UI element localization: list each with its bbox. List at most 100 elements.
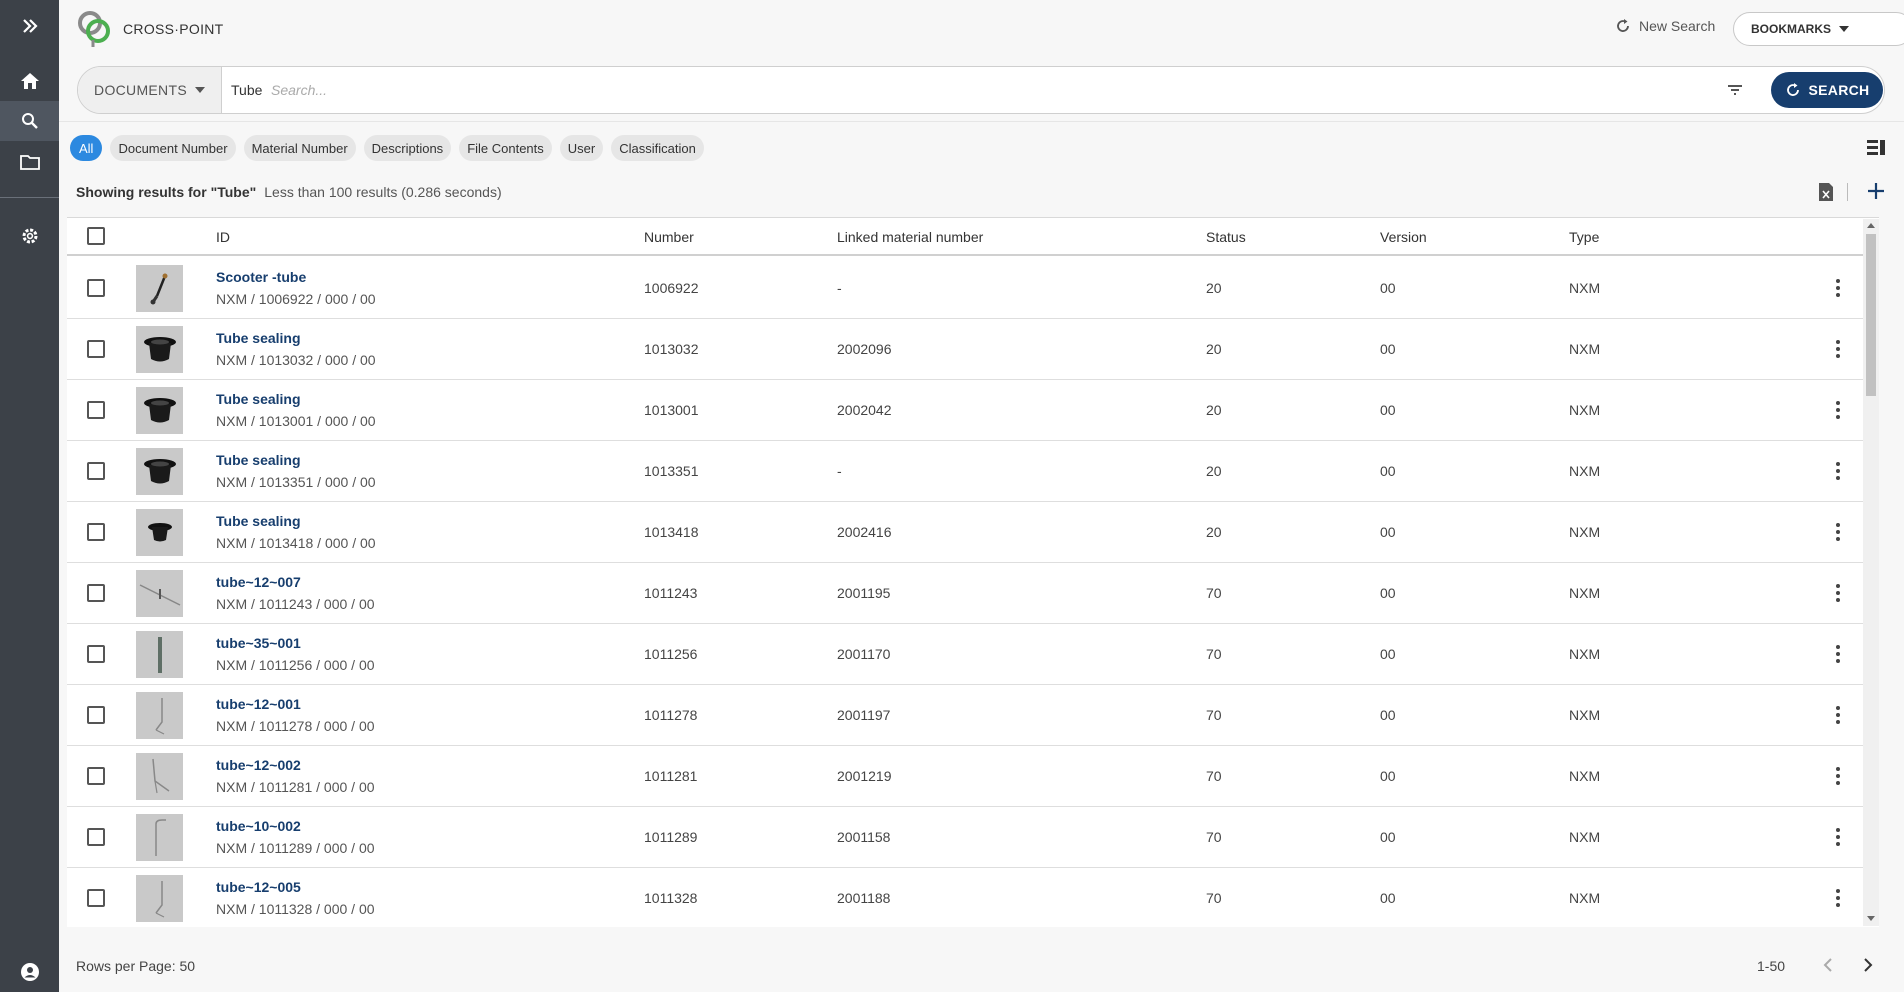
search-query-token[interactable]: Tube [231,82,262,98]
col-number[interactable]: Number [644,229,694,245]
search-scope-dropdown[interactable]: DOCUMENTS [78,67,222,113]
row-title-link[interactable]: tube~12~007 [216,574,301,590]
search-button[interactable]: SEARCH [1771,72,1883,108]
row-checkbox[interactable] [87,706,105,724]
cell-linked-material: - [837,280,842,296]
col-status[interactable]: Status [1206,229,1246,245]
row-title-link[interactable]: tube~12~001 [216,696,301,712]
row-title-link[interactable]: tube~12~002 [216,757,301,773]
cell-type: NXM [1569,280,1601,296]
more-vert-icon[interactable] [1835,705,1841,725]
chip-user[interactable]: User [559,135,604,161]
table-row[interactable]: Tube sealing NXM / 1013418 / 000 / 00 1013… [67,502,1879,563]
bookmarks-dropdown[interactable]: BOOKMARKS [1733,12,1904,46]
row-thumbnail[interactable] [136,631,183,678]
row-checkbox[interactable] [87,645,105,663]
more-vert-icon[interactable] [1835,339,1841,359]
more-vert-icon[interactable] [1835,766,1841,786]
table-row[interactable]: tube~35~001 NXM / 1011256 / 000 / 00 10112… [67,624,1879,685]
row-title-link[interactable]: Tube sealing [216,452,301,468]
scroll-up-arrow[interactable] [1867,223,1875,228]
table-row[interactable]: Tube sealing NXM / 1013032 / 000 / 00 1013… [67,319,1879,380]
row-checkbox[interactable] [87,462,105,480]
rows-per-page[interactable]: Rows per Page: 50 [76,958,195,974]
more-vert-icon[interactable] [1835,644,1841,664]
chevron-right-icon[interactable] [1858,955,1878,975]
chip-document-number[interactable]: Document Number [110,135,236,161]
table-row[interactable]: Tube sealing NXM / 1013001 / 000 / 00 1013… [67,380,1879,441]
nav-search[interactable] [0,101,59,141]
scrollbar-thumb[interactable] [1866,234,1876,396]
more-vert-icon[interactable] [1835,583,1841,603]
col-type[interactable]: Type [1569,229,1599,245]
row-thumbnail[interactable] [136,265,183,312]
cell-linked-material: 2002416 [837,524,892,540]
excel-export-icon[interactable] [1818,182,1834,202]
filter-icon[interactable] [1726,82,1744,98]
table-scrollbar[interactable] [1863,219,1879,926]
chip-descriptions[interactable]: Descriptions [363,135,452,161]
row-title-link[interactable]: tube~35~001 [216,635,301,651]
plus-icon[interactable] [1866,181,1886,201]
search-input[interactable]: Search... [271,82,327,98]
more-vert-icon[interactable] [1835,461,1841,481]
row-checkbox[interactable] [87,828,105,846]
row-thumbnail[interactable] [136,509,183,556]
row-checkbox[interactable] [87,401,105,419]
cell-status: 20 [1206,280,1222,296]
more-vert-icon[interactable] [1835,827,1841,847]
nav-account[interactable] [0,952,59,992]
table-row[interactable]: tube~12~007 NXM / 1011243 / 000 / 00 10112… [67,563,1879,624]
table-row[interactable]: tube~10~002 NXM / 1011289 / 000 / 00 10112… [67,807,1879,868]
table-row[interactable]: tube~12~001 NXM / 1011278 / 000 / 00 10112… [67,685,1879,746]
row-checkbox[interactable] [87,767,105,785]
chevron-left-icon[interactable] [1818,955,1838,975]
select-all-checkbox[interactable] [87,227,105,245]
row-title-link[interactable]: Tube sealing [216,391,301,407]
layout-icon[interactable] [1866,139,1886,156]
chip-file-contents[interactable]: File Contents [459,135,552,161]
row-checkbox[interactable] [87,889,105,907]
table-row[interactable]: Tube sealing NXM / 1013351 / 000 / 00 1013… [67,441,1879,502]
new-search-button[interactable]: New Search [1615,18,1715,34]
row-checkbox[interactable] [87,584,105,602]
row-thumbnail[interactable] [136,326,183,373]
chip-classification[interactable]: Classification [611,135,704,161]
row-title-link[interactable]: tube~12~005 [216,879,301,895]
expand-rail-button[interactable] [0,6,59,46]
cell-type: NXM [1569,341,1601,357]
row-thumbnail[interactable] [136,875,183,922]
more-vert-icon[interactable] [1835,522,1841,542]
scroll-down-arrow[interactable] [1867,916,1875,921]
refresh-icon [1786,83,1799,96]
row-thumbnail[interactable] [136,753,183,800]
row-title-link[interactable]: tube~10~002 [216,818,301,834]
table-row[interactable]: tube~12~005 NXM / 1011328 / 000 / 00 10113… [67,868,1879,927]
row-checkbox[interactable] [87,523,105,541]
row-thumbnail[interactable] [136,387,183,434]
chip-material-number[interactable]: Material Number [243,135,356,161]
nav-home[interactable] [0,61,59,101]
row-checkbox[interactable] [87,340,105,358]
row-checkbox[interactable] [87,279,105,297]
row-title-link[interactable]: Tube sealing [216,330,301,346]
more-vert-icon[interactable] [1835,400,1841,420]
more-vert-icon[interactable] [1835,888,1841,908]
row-title-link[interactable]: Tube sealing [216,513,301,529]
row-id-path: NXM / 1011278 / 000 / 00 [216,718,375,734]
row-thumbnail[interactable] [136,814,183,861]
row-thumbnail[interactable] [136,448,183,495]
col-version[interactable]: Version [1380,229,1427,245]
row-thumbnail[interactable] [136,692,183,739]
col-linked-material[interactable]: Linked material number [837,229,983,245]
more-vert-icon[interactable] [1835,278,1841,298]
table-row[interactable]: Scooter -tube NXM / 1006922 / 000 / 00 100… [67,258,1879,319]
nav-folder[interactable] [0,142,59,182]
chip-all[interactable]: All [70,135,103,161]
col-id[interactable]: ID [216,229,230,245]
row-title-link[interactable]: Scooter -tube [216,269,306,285]
table-row[interactable]: tube~12~002 NXM / 1011281 / 000 / 00 10112… [67,746,1879,807]
row-thumbnail[interactable] [136,570,183,617]
cell-status: 70 [1206,646,1222,662]
nav-settings[interactable] [0,216,59,256]
